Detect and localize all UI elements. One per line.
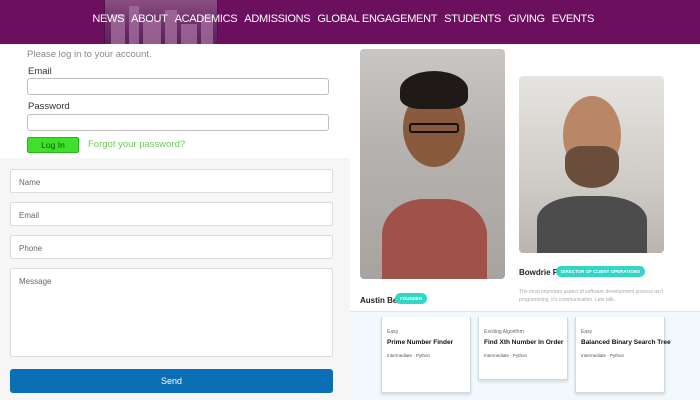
card-difficulty: Exciting Algorithm <box>484 329 524 335</box>
phone-field[interactable]: Phone <box>10 235 333 259</box>
nav-global-engagement[interactable]: GLOBAL ENGAGEMENT <box>317 13 437 25</box>
project-card[interactable]: Easy Balanced Binary Search Tree Interme… <box>575 317 671 393</box>
card-difficulty: Easy <box>387 329 399 335</box>
role-badge-austin: FOUNDER <box>395 293 428 304</box>
role-badge-bowdrie: DIRECTOR OF CLIENT OPERATIONS <box>556 266 646 277</box>
card-meta: Intermediate · Python <box>387 353 431 358</box>
name-placeholder: Name <box>19 178 41 187</box>
card-meta: Intermediate · Python <box>581 353 625 358</box>
card-title: Balanced Binary Search Tree <box>581 339 671 346</box>
team-section: Bowdrie Price DIRECTOR OF CLIENT OPERATI… <box>350 44 700 400</box>
person-photo-bowdrie <box>519 76 664 253</box>
login-password-input[interactable] <box>27 114 329 131</box>
card-title: Prime Number Finder <box>387 339 454 346</box>
email-field[interactable]: Email <box>10 202 333 226</box>
password-label: Password <box>28 101 70 112</box>
email-placeholder: Email <box>19 211 40 220</box>
nav-academics[interactable]: ACADEMICS <box>175 13 238 25</box>
card-title: Find Xth Number In Order <box>484 339 564 346</box>
person-bio-bowdrie: The most important aspect of software de… <box>519 289 664 303</box>
message-placeholder: Message <box>19 277 52 286</box>
nav-news[interactable]: NEWS <box>92 13 124 25</box>
name-field[interactable]: Name <box>10 169 333 193</box>
nav-events[interactable]: EVENTS <box>552 13 595 25</box>
contact-form: Name Email Phone Message Send <box>0 158 350 400</box>
nav-about[interactable]: ABOUT <box>131 13 168 25</box>
page: NEWS ABOUT ACADEMICS ADMISSIONS GLOBAL E… <box>0 0 700 400</box>
message-field[interactable]: Message <box>10 268 333 357</box>
forgot-password-link[interactable]: Forgot your password? <box>88 139 185 150</box>
nav-admissions[interactable]: ADMISSIONS <box>244 13 310 25</box>
project-card[interactable]: Easy Prime Number Finder Intermediate · … <box>381 317 471 393</box>
person-photo-austin <box>360 49 505 279</box>
nav-students[interactable]: STUDENTS <box>444 13 501 25</box>
card-difficulty: Easy <box>581 329 593 335</box>
nav-giving[interactable]: GIVING <box>508 13 545 25</box>
card-meta: Intermediate · Python <box>484 353 528 358</box>
login-panel: Please log in to your account. Email Pas… <box>0 44 350 158</box>
send-button[interactable]: Send <box>10 369 333 393</box>
login-hint: Please log in to your account. <box>27 49 152 60</box>
login-email-input[interactable] <box>27 78 329 95</box>
project-card[interactable]: Exciting Algorithm Find Xth Number In Or… <box>478 317 568 380</box>
phone-placeholder: Phone <box>19 244 43 253</box>
email-label: Email <box>28 66 52 77</box>
login-button[interactable]: Log In <box>27 137 79 153</box>
site-header: NEWS ABOUT ACADEMICS ADMISSIONS GLOBAL E… <box>0 0 700 44</box>
main-nav: NEWS ABOUT ACADEMICS ADMISSIONS GLOBAL E… <box>92 13 594 25</box>
